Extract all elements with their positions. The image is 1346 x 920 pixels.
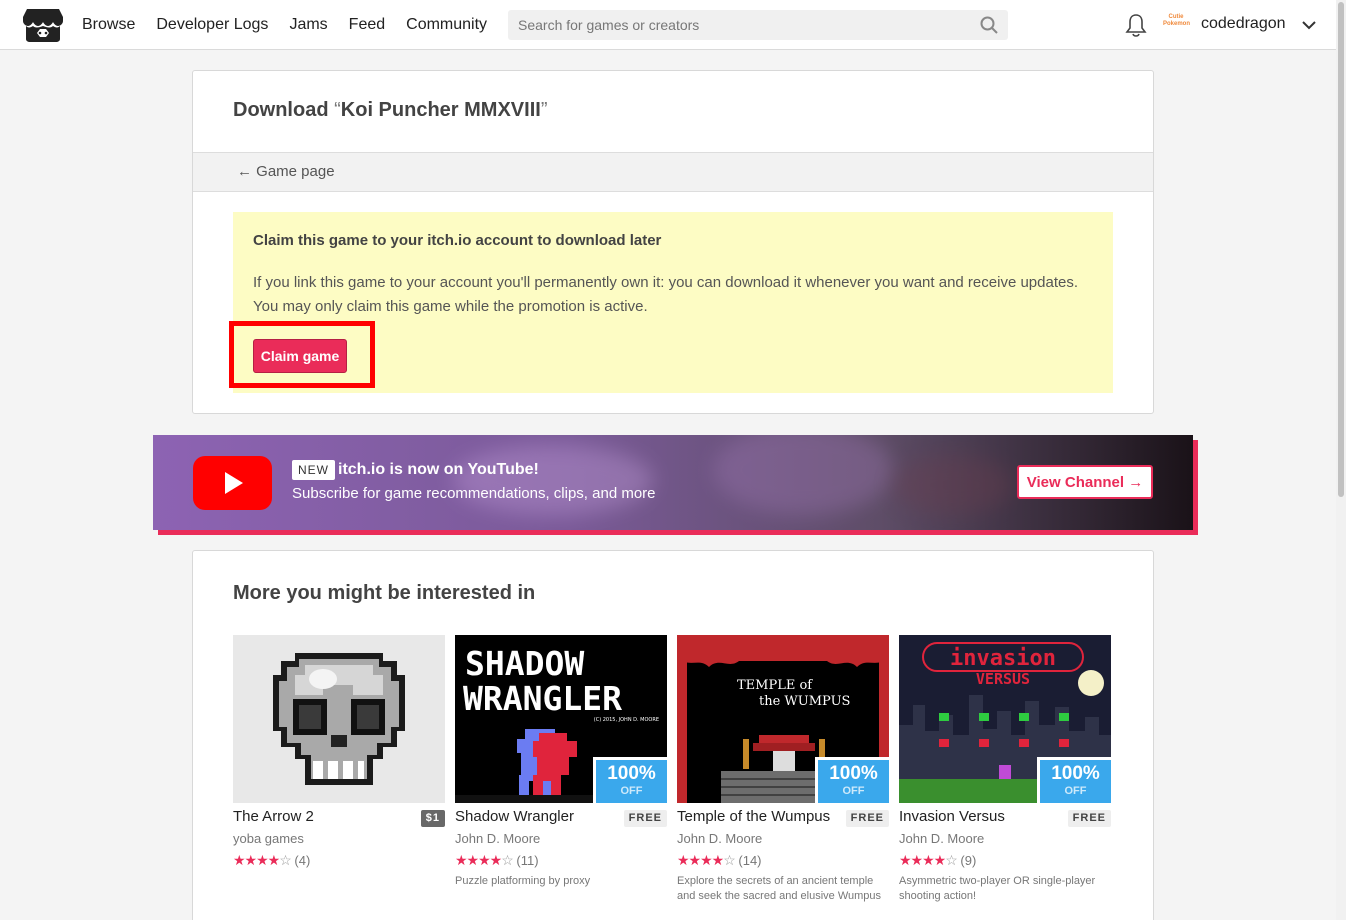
cover-title-line-1: SHADOW xyxy=(465,644,584,683)
game-rating: ★★★★☆ (14) xyxy=(677,852,762,869)
sale-off-label: OFF xyxy=(1064,785,1087,797)
claim-description: If you link this game to your account yo… xyxy=(253,274,1078,315)
game-author[interactable]: John D. Moore xyxy=(455,831,540,846)
game-name: Koi Puncher MMXVIII xyxy=(340,99,541,121)
main-nav: Browse Developer Logs Jams Feed Communit… xyxy=(82,0,508,50)
open-quote: “ xyxy=(334,99,341,121)
itchio-logo-icon[interactable] xyxy=(23,7,63,43)
game-rating: ★★★★☆ (11) xyxy=(455,852,539,869)
sale-off-label: OFF xyxy=(620,785,643,797)
new-badge: NEW xyxy=(292,460,335,480)
cover-title-line-2: WRANGLER xyxy=(463,679,622,718)
price-badge: FREE xyxy=(623,810,667,827)
game-title[interactable]: The Arrow 2 xyxy=(233,808,314,825)
youtube-banner: NEW itch.io is now on YouTube! Subscribe… xyxy=(153,435,1193,530)
sale-off-label: OFF xyxy=(842,785,865,797)
back-arrow-icon: ← xyxy=(237,163,252,180)
game-rating: ★★★★☆ (4) xyxy=(233,852,310,869)
empty-star-icon: ☆ xyxy=(945,852,958,868)
game-author[interactable]: John D. Moore xyxy=(677,831,762,846)
chevron-down-icon[interactable] xyxy=(1300,17,1318,33)
empty-star-icon: ☆ xyxy=(723,852,736,868)
nav-community[interactable]: Community xyxy=(406,16,487,34)
empty-star-icon: ☆ xyxy=(501,852,514,868)
claim-box: Claim this game to your itch.io account … xyxy=(229,212,1113,393)
cover-title-line-1: TEMPLE of xyxy=(737,678,813,693)
banner-bg-blob xyxy=(893,455,1013,515)
claim-game-button[interactable]: Claim game xyxy=(253,339,347,373)
search-box xyxy=(508,10,1008,40)
page-title: Download “Koi Puncher MMXVIII” xyxy=(233,99,547,122)
sale-badge: 100% OFF xyxy=(815,757,889,803)
notification-bell-icon[interactable] xyxy=(1125,13,1147,37)
game-description: Asymmetric two-player OR single-player s… xyxy=(899,875,1096,902)
skull-cover-image xyxy=(233,635,445,803)
game-author[interactable]: John D. Moore xyxy=(899,831,984,846)
game-description: Explore the secrets of an ancient temple… xyxy=(677,875,882,902)
recommendations-section: More you might be interested in The Arro… xyxy=(192,550,1154,920)
youtube-banner-subtitle: Subscribe for game recommendations, clip… xyxy=(292,485,656,502)
game-page-bar: ← Game page xyxy=(193,152,1153,192)
rating-count: (4) xyxy=(294,853,311,868)
cover-copyright: (C) 2015, JOHN D. MOORE xyxy=(594,717,659,723)
star-rating-icon: ★★★★ xyxy=(455,852,502,868)
game-author[interactable]: yoba games xyxy=(233,831,304,846)
title-prefix: Download xyxy=(233,99,329,121)
sale-badge: 100% OFF xyxy=(593,757,667,803)
search-icon[interactable] xyxy=(980,16,998,34)
rating-count: (9) xyxy=(960,853,977,868)
top-bar: Browse Developer Logs Jams Feed Communit… xyxy=(0,0,1336,50)
scrollbar-thumb[interactable] xyxy=(1338,2,1344,497)
game-description: Puzzle platforming by proxy xyxy=(455,875,591,887)
game-thumbnail[interactable]: TEMPLE of the WUMPUS 100% OFF xyxy=(677,635,889,803)
nav-jams[interactable]: Jams xyxy=(289,16,327,34)
rating-count: (11) xyxy=(516,853,539,868)
cover-title-line-2: VERSUS xyxy=(976,670,1030,688)
game-title[interactable]: Shadow Wrangler xyxy=(455,808,574,825)
youtube-banner-title: itch.io is now on YouTube! xyxy=(338,461,539,478)
sale-badge: 100% OFF xyxy=(1037,757,1111,803)
download-card: Download “Koi Puncher MMXVIII” ← Game pa… xyxy=(192,70,1154,414)
star-rating-icon: ★★★★ xyxy=(677,852,724,868)
close-quote: ” xyxy=(540,99,548,121)
game-thumbnail[interactable]: invasion VERSUS 100% OFF xyxy=(899,635,1111,803)
game-rating: ★★★★☆ (9) xyxy=(899,852,976,869)
price-badge: FREE xyxy=(845,810,889,827)
game-thumbnail[interactable] xyxy=(233,635,445,803)
recommendations-heading: More you might be interested in xyxy=(233,582,536,604)
rating-count: (14) xyxy=(738,853,762,868)
star-rating-icon: ★★★★ xyxy=(899,852,946,868)
nav-developer-logs[interactable]: Developer Logs xyxy=(156,16,268,34)
game-cell[interactable]: SHADOW WRANGLER (C) 2015, JOHN D. MOORE … xyxy=(455,635,667,887)
banner-bg-blob xyxy=(453,445,653,515)
view-channel-button[interactable]: View Channel → xyxy=(1017,465,1153,499)
price-badge: FREE xyxy=(1067,810,1111,827)
nav-feed[interactable]: Feed xyxy=(349,16,385,34)
cover-title-line-2: the WUMPUS xyxy=(759,694,850,709)
page-scrollbar[interactable] xyxy=(1336,0,1346,920)
avatar[interactable]: Cutie Pokemon xyxy=(1163,14,1190,36)
claim-heading: Claim this game to your itch.io account … xyxy=(253,232,662,249)
game-title[interactable]: Temple of the Wumpus xyxy=(677,808,830,825)
search-input[interactable] xyxy=(508,10,1008,40)
game-cell[interactable]: TEMPLE of the WUMPUS 100% OFF Temple of … xyxy=(677,635,889,902)
game-page-link-label: Game page xyxy=(256,163,335,180)
game-cell[interactable]: invasion VERSUS 100% OFF Invasion Versus… xyxy=(899,635,1111,902)
cover-title-line-1: invasion xyxy=(950,646,1056,671)
banner-bg-blob xyxy=(713,435,893,515)
game-cell[interactable]: The Arrow 2 $1 yoba games ★★★★☆ (4) xyxy=(233,635,445,868)
youtube-logo-icon xyxy=(193,456,272,510)
star-rating-icon: ★★★★ xyxy=(233,852,280,868)
sale-percent: 100% xyxy=(1051,763,1100,784)
sale-percent: 100% xyxy=(829,763,878,784)
game-page-link[interactable]: ← Game page xyxy=(237,163,335,180)
price-badge: $1 xyxy=(420,810,445,827)
game-thumbnail[interactable]: SHADOW WRANGLER (C) 2015, JOHN D. MOORE … xyxy=(455,635,667,803)
sale-percent: 100% xyxy=(607,763,656,784)
nav-browse[interactable]: Browse xyxy=(82,16,135,34)
empty-star-icon: ☆ xyxy=(279,852,292,868)
game-title[interactable]: Invasion Versus xyxy=(899,808,1005,825)
username[interactable]: codedragon xyxy=(1201,15,1286,33)
